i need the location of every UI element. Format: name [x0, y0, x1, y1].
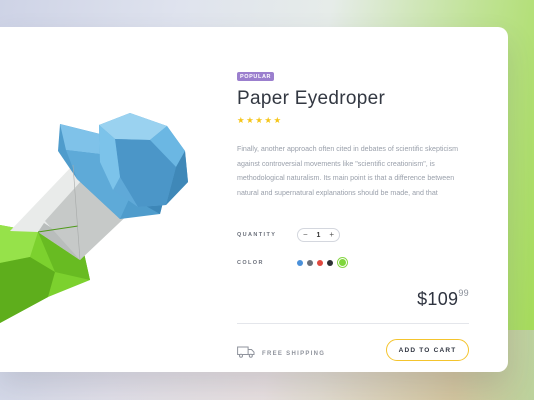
- quantity-value[interactable]: 1: [317, 232, 321, 239]
- star-icon: ★: [273, 115, 282, 125]
- color-swatch-red[interactable]: [317, 259, 323, 266]
- product-card: POPULAR Paper Eyedroper ★ ★ ★ ★ ★ Finall…: [0, 27, 508, 372]
- popular-badge: POPULAR: [237, 72, 275, 81]
- star-icon: ★: [264, 115, 272, 125]
- star-icon: ★: [246, 115, 254, 125]
- star-rating: ★ ★ ★ ★ ★: [237, 116, 469, 125]
- color-row: COLOR: [237, 257, 348, 268]
- color-swatch-green-selected[interactable]: [337, 257, 348, 268]
- product-details: POPULAR Paper Eyedroper ★ ★ ★ ★ ★ Finall…: [237, 65, 469, 361]
- free-shipping-info: FREE SHIPPING: [237, 345, 325, 363]
- color-swatch-blue[interactable]: [297, 259, 303, 266]
- free-shipping-label: FREE SHIPPING: [262, 351, 326, 357]
- increase-quantity-button[interactable]: +: [329, 231, 334, 239]
- quantity-label: QUANTITY: [237, 232, 277, 238]
- selected-swatch-dot: [339, 259, 346, 266]
- color-swatch-black[interactable]: [327, 259, 333, 266]
- divider: [237, 323, 469, 324]
- price-cents: 99: [458, 288, 469, 298]
- add-to-cart-button[interactable]: ADD TO CART: [386, 339, 469, 361]
- quantity-stepper: − 1 +: [297, 228, 340, 242]
- paper-eyedropper-image: [0, 113, 188, 323]
- quantity-row: QUANTITY − 1 +: [237, 228, 340, 242]
- product-image: [0, 27, 230, 372]
- decrease-quantity-button[interactable]: −: [303, 231, 308, 239]
- color-label: COLOR: [237, 259, 264, 266]
- truck-icon: [237, 345, 255, 363]
- product-price: $10999: [417, 288, 469, 310]
- star-icon: ★: [255, 115, 263, 125]
- price-main: $109: [417, 289, 459, 309]
- color-swatch-gray[interactable]: [307, 259, 313, 266]
- product-title: Paper Eyedroper: [237, 88, 386, 109]
- star-icon: ★: [237, 115, 245, 125]
- color-swatches: [297, 257, 348, 268]
- product-description: Finally, another approach often cited in…: [237, 145, 459, 197]
